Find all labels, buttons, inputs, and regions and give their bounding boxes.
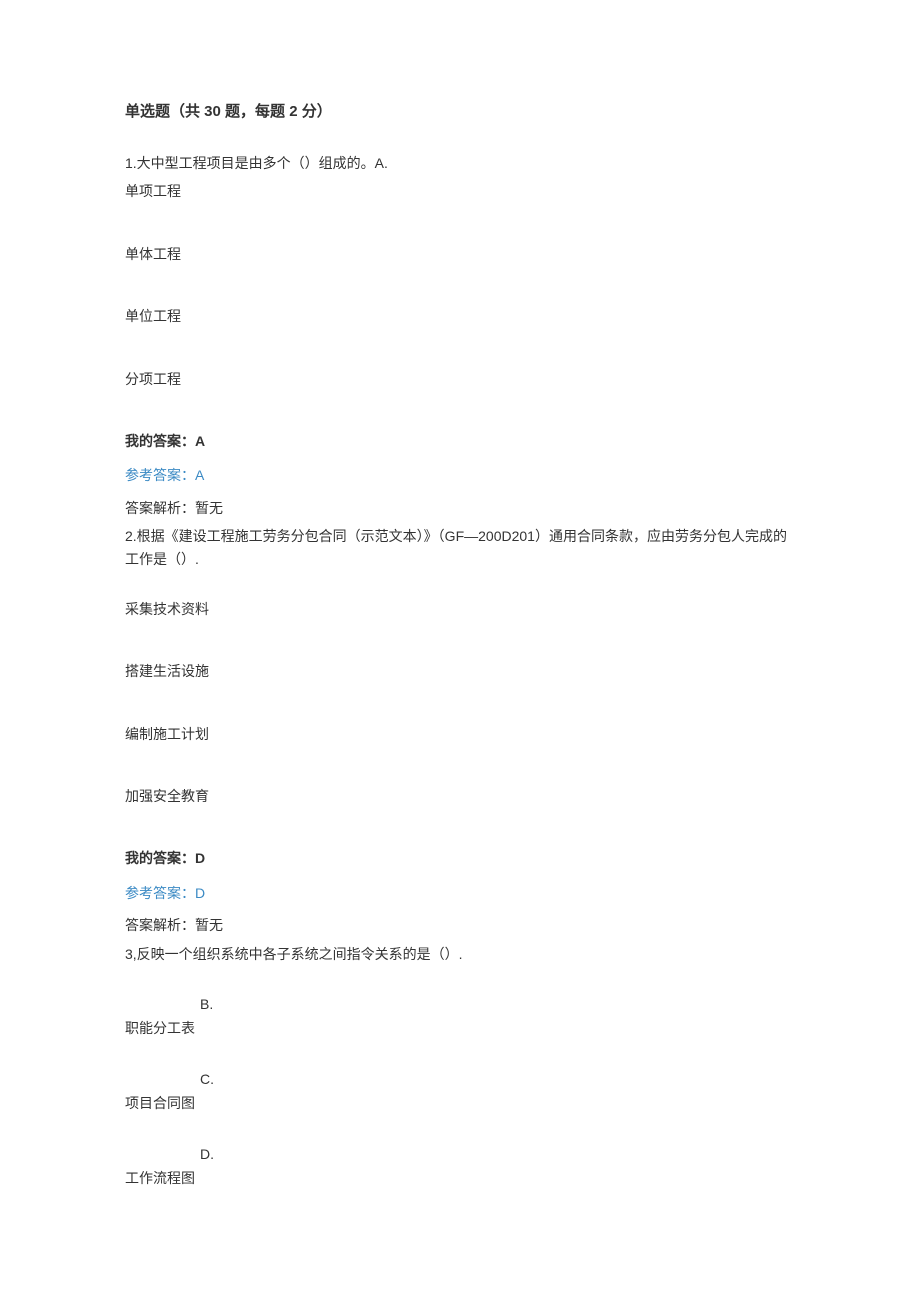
q1-option-b: 单体工程 <box>125 243 795 265</box>
q2-option-c: 编制施工计划 <box>125 723 795 745</box>
q1-text: 1.大中型工程项目是由多个（）组成的。A. <box>125 152 795 174</box>
q1-option-d: 分项工程 <box>125 368 795 390</box>
q3-label-d: D. <box>200 1143 795 1165</box>
q3-option-b: 职能分工表 <box>125 1017 795 1039</box>
q3-label-c: C. <box>200 1068 795 1090</box>
question-3: 3,反映一个组织系统中各子系统之间指令关系的是（）. B. 职能分工表 C. 项… <box>125 943 795 1190</box>
q2-option-a: 采集技术资料 <box>125 598 795 620</box>
q1-my-answer: 我的答案：A <box>125 430 795 452</box>
q1-analysis: 答案解析：暂无 <box>125 497 795 519</box>
q2-ref-answer: 参考答案：D <box>125 882 795 904</box>
q3-option-d: 工作流程图 <box>125 1167 795 1189</box>
q2-option-b: 搭建生活设施 <box>125 660 795 682</box>
q2-option-d: 加强安全教育 <box>125 785 795 807</box>
q3-option-c: 项目合同图 <box>125 1092 795 1114</box>
q1-option-a: 单项工程 <box>125 180 795 202</box>
q2-text: 2.根据《建设工程施工劳务分包合同（示范文本）》（GF—200D201）通用合同… <box>125 525 795 570</box>
question-2: 2.根据《建设工程施工劳务分包合同（示范文本）》（GF—200D201）通用合同… <box>125 525 795 937</box>
q3-text: 3,反映一个组织系统中各子系统之间指令关系的是（）. <box>125 943 795 965</box>
q1-option-c: 单位工程 <box>125 305 795 327</box>
section-title: 单选题（共 30 题，每题 2 分） <box>125 100 795 124</box>
q2-my-answer: 我的答案：D <box>125 847 795 869</box>
q3-label-b: B. <box>200 993 795 1015</box>
question-1: 1.大中型工程项目是由多个（）组成的。A. 单项工程 单体工程 单位工程 分项工… <box>125 152 795 519</box>
q1-ref-answer: 参考答案：A <box>125 464 795 486</box>
q2-analysis: 答案解析：暂无 <box>125 914 795 936</box>
